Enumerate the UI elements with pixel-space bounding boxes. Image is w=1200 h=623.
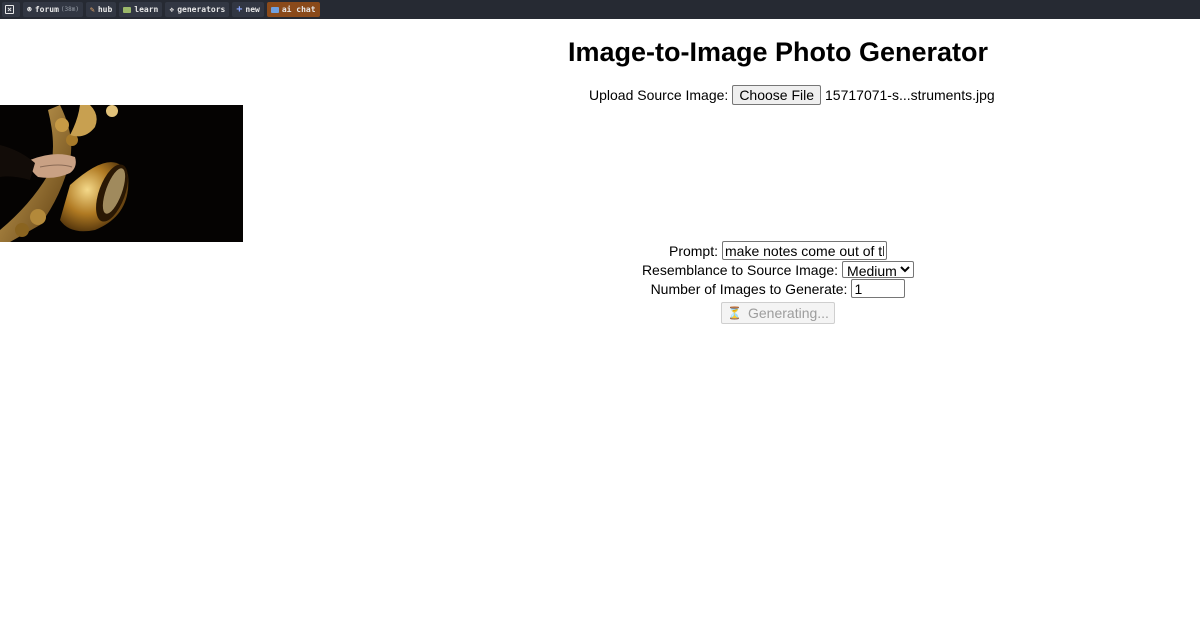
source-image-preview	[0, 105, 243, 242]
prompt-row: Prompt:	[0, 241, 1200, 260]
generate-row: ⏳ Generating...	[0, 298, 1200, 324]
count-input[interactable]	[851, 279, 906, 298]
nav-ai-chat[interactable]: ai chat	[266, 2, 320, 17]
upload-row: Upload Source Image: Choose File 1571707…	[589, 84, 995, 105]
upload-label: Upload Source Image:	[589, 86, 729, 103]
nav-new[interactable]: + new	[232, 2, 264, 17]
nav-learn-label: learn	[134, 5, 159, 14]
forum-icon: ☻	[27, 4, 32, 14]
nav-new-label: new	[245, 5, 260, 14]
nav-forum-label: forum	[34, 5, 59, 14]
choose-file-button[interactable]: Choose File	[732, 84, 822, 105]
resemblance-row: Resemblance to Source Image: Medium	[0, 260, 1200, 279]
generate-button-label: Generating...	[748, 305, 829, 321]
close-button[interactable]: ×	[2, 2, 20, 17]
nav-hub[interactable]: ✎ hub	[85, 2, 117, 17]
nav-ai-chat-label: ai chat	[281, 5, 316, 14]
count-label: Number of Images to Generate:	[650, 280, 848, 297]
learn-icon	[123, 6, 132, 13]
nav-hub-label: hub	[97, 5, 113, 14]
nav-generators-label: generators	[177, 5, 226, 14]
nav-forum-badge: (38m)	[60, 6, 79, 13]
chat-icon	[270, 6, 279, 13]
generators-icon: ❖	[169, 4, 175, 14]
prompt-input[interactable]	[722, 241, 887, 260]
resemblance-label: Resemblance to Source Image:	[641, 261, 839, 278]
nav-forum[interactable]: ☻ forum (38m)	[23, 2, 83, 17]
hub-icon: ✎	[89, 4, 95, 14]
nav-generators[interactable]: ❖ generators	[165, 2, 230, 17]
generator-form: Prompt: Resemblance to Source Image: Med…	[0, 241, 1200, 324]
page-title: Image-to-Image Photo Generator	[567, 37, 989, 67]
generate-button[interactable]: ⏳ Generating...	[721, 302, 835, 324]
close-icon: ×	[5, 5, 14, 14]
prompt-label: Prompt:	[668, 242, 718, 259]
nav-learn[interactable]: learn	[119, 2, 163, 17]
saxophone-image	[0, 105, 243, 242]
hourglass-icon: ⏳	[727, 306, 742, 320]
top-nav-bar: × ☻ forum (38m) ✎ hub learn ❖ generators…	[0, 0, 1200, 19]
count-row: Number of Images to Generate:	[0, 279, 1200, 298]
plus-icon: +	[236, 3, 243, 15]
selected-file-name: 15717071-s...struments.jpg	[825, 86, 995, 103]
resemblance-select[interactable]: Medium	[842, 261, 915, 278]
